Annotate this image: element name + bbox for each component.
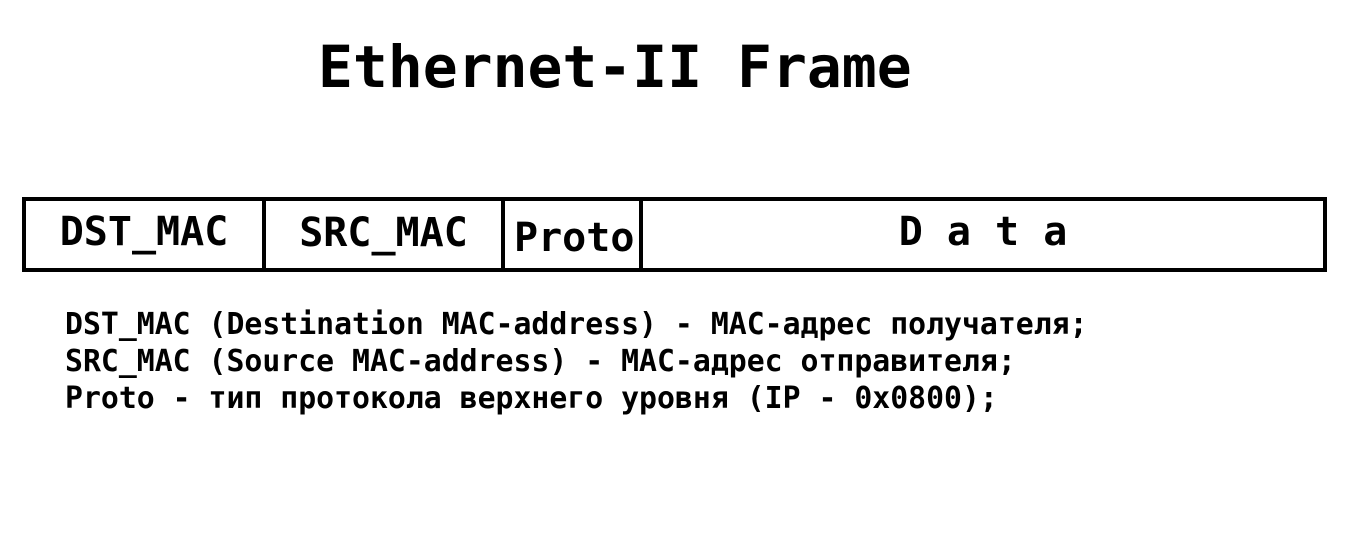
field-data: D a t a [639,201,1323,268]
description-dst-mac: DST_MAC (Destination MAC-address) - MAC-… [65,307,1088,342]
field-src-mac: SRC_MAC [262,201,501,268]
field-descriptions: DST_MAC (Destination MAC-address) - MAC-… [65,306,1088,417]
ethernet-frame: DST_MAC SRC_MAC Proto D a t a [22,197,1327,272]
field-proto: Proto [501,201,639,268]
field-dst-mac: DST_MAC [59,208,229,255]
diagram-title: Ethernet-II Frame [318,33,912,101]
description-proto: Proto - тип протокола верхнего уровня (I… [65,381,998,416]
description-src-mac: SRC_MAC (Source MAC-address) - MAC-адрес… [65,344,1016,379]
